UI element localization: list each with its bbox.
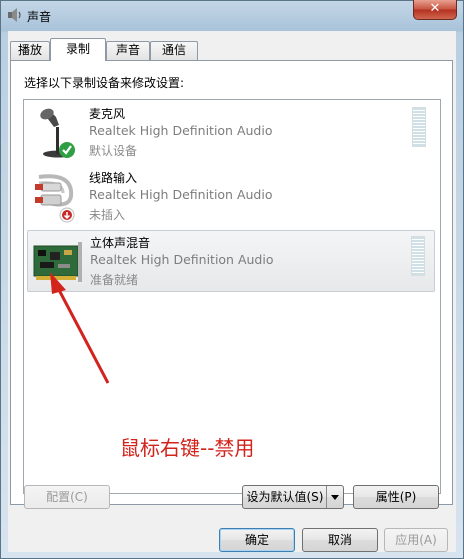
instruction-text: 选择以下录制设备来修改设置: [24,76,185,90]
tab-sounds[interactable]: 声音 [106,41,150,60]
title-bar[interactable]: 声音 ✕ [1,0,463,31]
set-default-button[interactable]: 设为默认值(S) [242,485,344,509]
configure-button[interactable]: 配置(C) [24,485,110,509]
device-driver: Realtek High Definition Audio [89,123,273,138]
dialog-client-area: 播放 录制 声音 通信 选择以下录制设备来修改设置: 麦克风 Realtek H… [8,31,456,552]
chevron-down-icon [331,495,339,500]
device-name: 线路输入 [89,171,138,185]
close-button[interactable]: ✕ [413,0,457,20]
device-driver: Realtek High Definition Audio [89,187,273,202]
window-title: 声音 [27,10,52,24]
set-default-dropdown[interactable] [326,486,343,508]
line-in-cable-icon [35,174,75,223]
tab-playback[interactable]: 播放 [10,41,50,60]
device-name: 立体声混音 [90,236,151,250]
tab-recording[interactable]: 录制 [50,38,106,61]
close-icon: ✕ [429,1,441,16]
level-meter [411,236,425,276]
device-item-stereo-mix[interactable]: 立体声混音 Realtek High Definition Audio 准备就绪 [27,230,435,292]
ok-button[interactable]: 确定 [219,528,295,552]
device-status: 未插入 [89,208,126,222]
microphone-icon [40,108,75,158]
device-list[interactable]: 麦克风 Realtek High Definition Audio 默认设备 线… [23,99,441,494]
annotation-text: 鼠标右键--禁用 [120,436,255,460]
properties-button[interactable]: 属性(P) [353,485,439,509]
set-default-label: 设为默认值(S) [246,490,324,504]
recording-tab-panel: 选择以下录制设备来修改设置: 麦克风 Realtek High Definiti… [10,60,453,505]
device-status: 准备就绪 [90,273,139,287]
apply-button[interactable]: 应用(A) [384,528,448,552]
speaker-icon [8,8,21,22]
cancel-button[interactable]: 取消 [302,528,378,552]
device-name: 麦克风 [89,107,126,121]
tab-communications[interactable]: 通信 [150,41,198,60]
sound-card-icon [33,242,82,282]
device-status: 默认设备 [89,144,138,158]
sound-dialog-window: 声音 ✕ 播放 录制 声音 通信 选择以下录制设备来修改设置: 麦克风 Real… [0,0,464,559]
device-driver: Realtek High Definition Audio [90,252,274,267]
device-item-microphone[interactable]: 麦克风 Realtek High Definition Audio 默认设备 [27,102,435,164]
level-meter [412,107,426,147]
device-item-line-in[interactable]: 线路输入 Realtek High Definition Audio 未插入 [27,166,435,228]
